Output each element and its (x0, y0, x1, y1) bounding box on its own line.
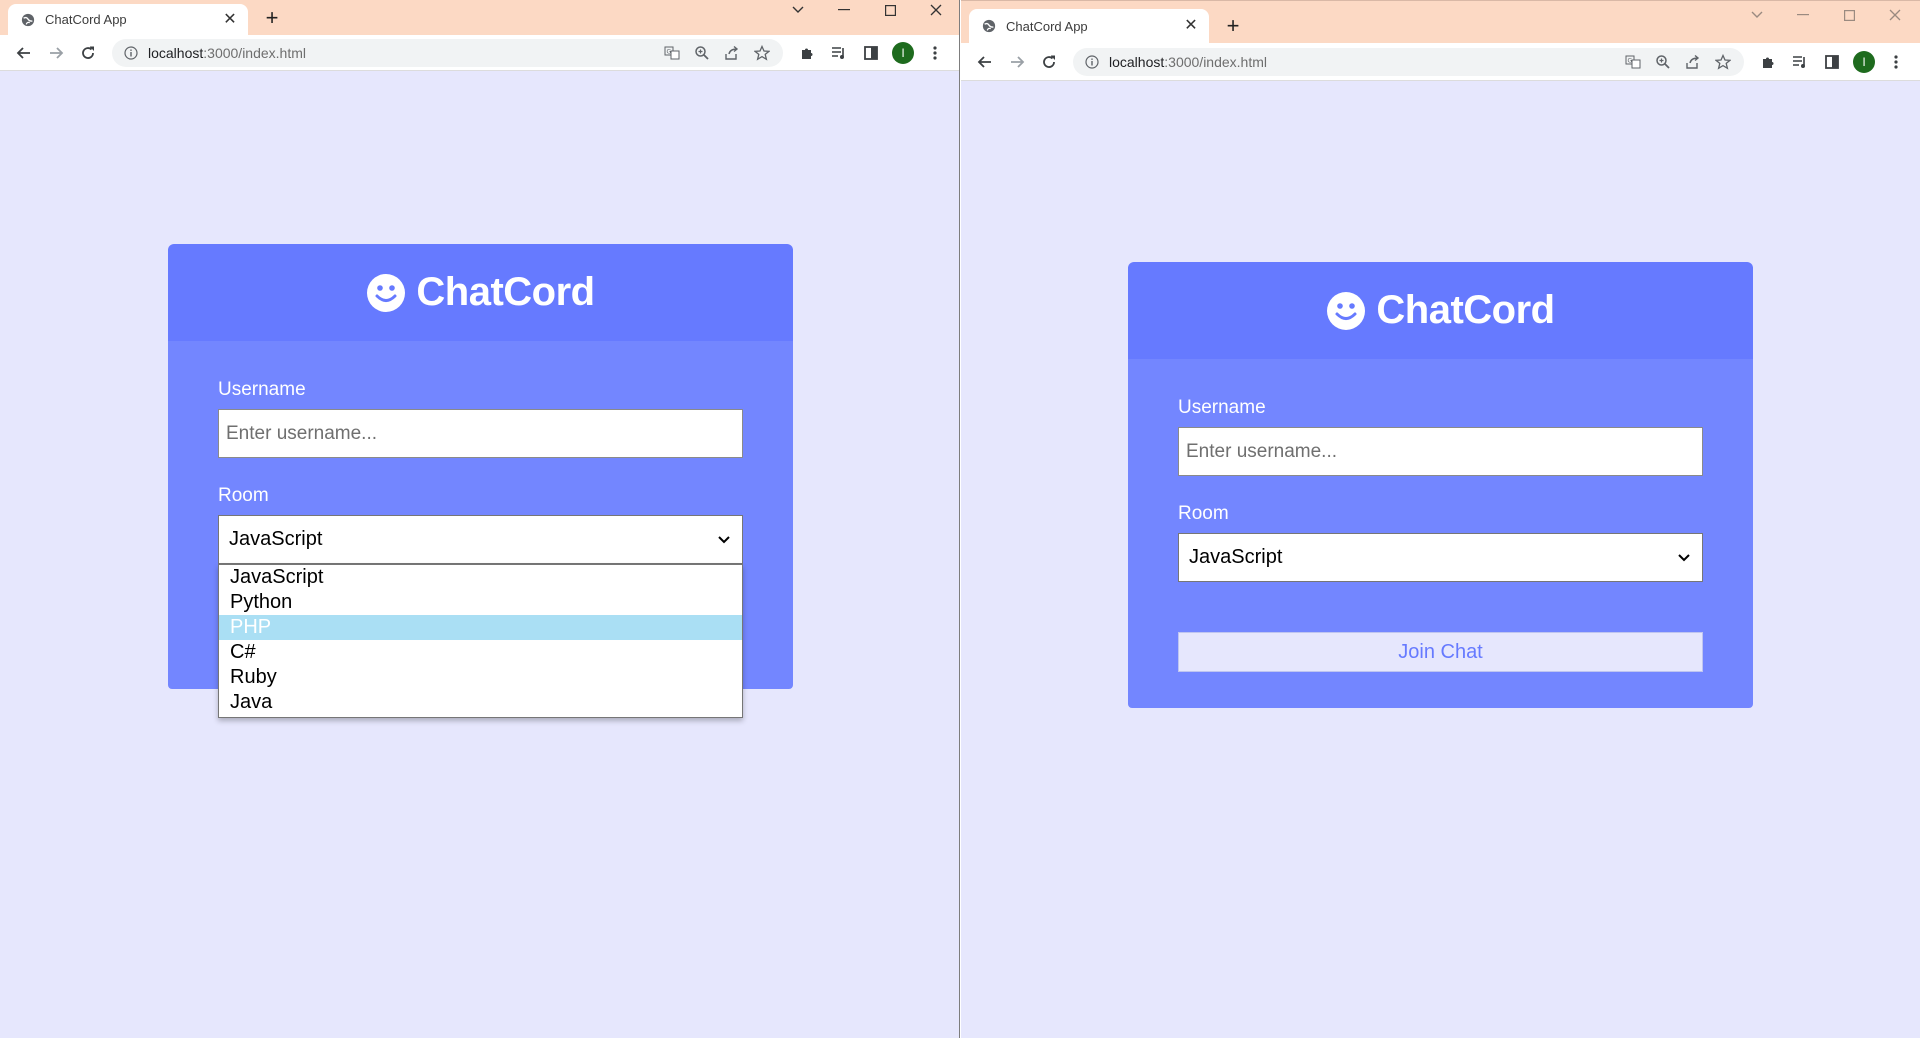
info-icon[interactable] (1083, 53, 1101, 71)
address-bar[interactable]: localhost:3000/index.html G (112, 38, 783, 67)
svg-text:G: G (667, 48, 672, 55)
browser-window-left: ChatCord App ✕ + localhost:3000/index.h… (0, 0, 960, 1038)
room-label: Room (1178, 503, 1229, 524)
share-icon[interactable] (1678, 50, 1708, 74)
address-host: localhost (148, 44, 204, 61)
translate-icon[interactable]: G (657, 41, 687, 65)
share-icon[interactable] (717, 41, 747, 65)
desktop: ChatCord App ✕ + localhost:3000/index.h… (0, 0, 1920, 1038)
username-input[interactable] (1178, 427, 1703, 476)
tab-title: ChatCord App (45, 12, 127, 27)
arrow-right-icon[interactable] (40, 37, 72, 69)
star-icon[interactable] (1708, 50, 1738, 74)
svg-text:G: G (1628, 57, 1633, 64)
globe-icon (20, 12, 36, 28)
room-option-php[interactable]: PHP (219, 615, 742, 640)
new-tab-button[interactable]: + (1219, 13, 1247, 41)
maximize-icon[interactable] (1827, 5, 1871, 25)
address-bar[interactable]: localhost:3000/index.html G (1073, 47, 1744, 76)
close-tab-icon[interactable]: ✕ (222, 11, 238, 28)
browser-tab[interactable]: ChatCord App ✕ (969, 9, 1209, 43)
room-option-ruby[interactable]: Ruby (219, 665, 742, 690)
join-chat-button[interactable]: Join Chat (1178, 632, 1703, 672)
smile-icon (1327, 291, 1366, 330)
room-select[interactable]: JavaScript (218, 515, 743, 564)
minimize-icon[interactable] (1781, 5, 1825, 25)
card-header: ChatCord (168, 244, 793, 341)
more-vert-icon[interactable] (919, 37, 951, 69)
browser-window-right: ChatCord App ✕ + localhost:3000/index.h… (961, 0, 1920, 1038)
info-icon[interactable] (122, 44, 140, 62)
room-label: Room (218, 485, 269, 506)
address-path: :3000/index.html (1164, 53, 1267, 70)
room-option-java[interactable]: Java (219, 690, 742, 715)
arrow-left-icon[interactable] (8, 37, 40, 69)
room-select[interactable]: JavaScript (1178, 533, 1703, 582)
room-selected-value: JavaScript (229, 528, 323, 550)
tab-title: ChatCord App (1006, 18, 1088, 34)
media-queue-icon[interactable] (1784, 46, 1816, 78)
close-window-icon[interactable] (1873, 5, 1917, 25)
browser-toolbar: localhost:3000/index.html G I (961, 43, 1920, 81)
browser-tab[interactable]: ChatCord App ✕ (8, 4, 248, 35)
profile-avatar[interactable]: I (887, 37, 919, 69)
close-window-icon[interactable] (914, 0, 958, 20)
more-vert-icon[interactable] (1880, 46, 1912, 78)
arrow-left-icon[interactable] (969, 46, 1001, 78)
chevron-down-icon (716, 532, 732, 548)
media-queue-icon[interactable] (823, 37, 855, 69)
room-selected-value: JavaScript (1189, 546, 1283, 568)
reload-icon[interactable] (72, 37, 104, 69)
chevron-down-icon (1676, 550, 1692, 566)
room-option-csharp[interactable]: C# (219, 640, 742, 665)
browser-toolbar: localhost:3000/index.html G I (0, 35, 959, 71)
username-label: Username (1178, 397, 1266, 418)
minimize-icon[interactable] (822, 0, 866, 20)
new-tab-button[interactable]: + (258, 5, 286, 33)
tab-strip: ChatCord App ✕ + (0, 0, 959, 35)
arrow-right-icon[interactable] (1001, 46, 1033, 78)
join-form: Username Room JavaScript Join Chat (1128, 359, 1753, 708)
card-header: ChatCord (1128, 262, 1753, 359)
app-title: ChatCord (1376, 288, 1555, 332)
globe-icon (981, 18, 997, 34)
room-dropdown-list: JavaScript Python PHP C# Ruby Java (218, 564, 743, 718)
puzzle-icon[interactable] (791, 37, 823, 69)
translate-icon[interactable]: G (1618, 50, 1648, 74)
profile-avatar[interactable]: I (1848, 46, 1880, 78)
smile-icon (367, 273, 406, 312)
zoom-icon[interactable] (1648, 50, 1678, 74)
room-option-javascript[interactable]: JavaScript (219, 565, 742, 590)
username-input[interactable] (218, 409, 743, 458)
join-card: ChatCord Username Room JavaScript Join C… (1128, 262, 1753, 708)
avatar: I (892, 41, 914, 64)
avatar: I (1853, 50, 1875, 73)
side-panel-icon[interactable] (855, 37, 887, 69)
tab-strip: ChatCord App ✕ + (961, 0, 1920, 43)
maximize-icon[interactable] (868, 0, 912, 20)
room-option-python[interactable]: Python (219, 590, 742, 615)
puzzle-icon[interactable] (1752, 46, 1784, 78)
app-title: ChatCord (416, 270, 595, 314)
close-tab-icon[interactable]: ✕ (1183, 18, 1199, 34)
address-path: :3000/index.html (203, 44, 306, 61)
tab-search-icon[interactable] (776, 0, 820, 20)
reload-icon[interactable] (1033, 46, 1065, 78)
star-icon[interactable] (747, 41, 777, 65)
side-panel-icon[interactable] (1816, 46, 1848, 78)
username-label: Username (218, 379, 306, 400)
address-host: localhost (1109, 53, 1165, 70)
zoom-icon[interactable] (687, 41, 717, 65)
tab-search-icon[interactable] (1735, 5, 1779, 25)
